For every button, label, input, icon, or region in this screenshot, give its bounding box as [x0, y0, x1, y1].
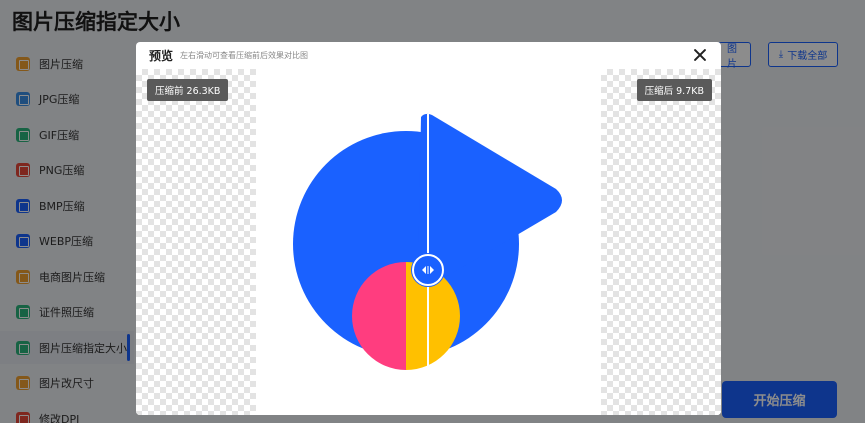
drag-arrows-icon [422, 266, 434, 274]
close-icon[interactable] [693, 48, 707, 62]
preview-modal: 预览 左右滑动可查看压缩前后效果对比图 压缩前 26.3KB 压缩后 9.7KB [136, 42, 721, 415]
modal-header: 预览 左右滑动可查看压缩前后效果对比图 [136, 42, 721, 69]
transparent-background-left [136, 69, 256, 415]
after-size-badge: 压缩后 9.7KB [636, 79, 712, 101]
modal-title: 预览 [149, 49, 174, 63]
before-size-badge: 压缩前 26.3KB [147, 79, 229, 101]
transparent-background-right [601, 69, 721, 415]
modal-hint: 左右滑动可查看压缩前后效果对比图 [180, 51, 309, 60]
compare-viewer[interactable]: 压缩前 26.3KB 压缩后 9.7KB [136, 69, 721, 415]
compare-slider-handle[interactable] [412, 254, 444, 286]
